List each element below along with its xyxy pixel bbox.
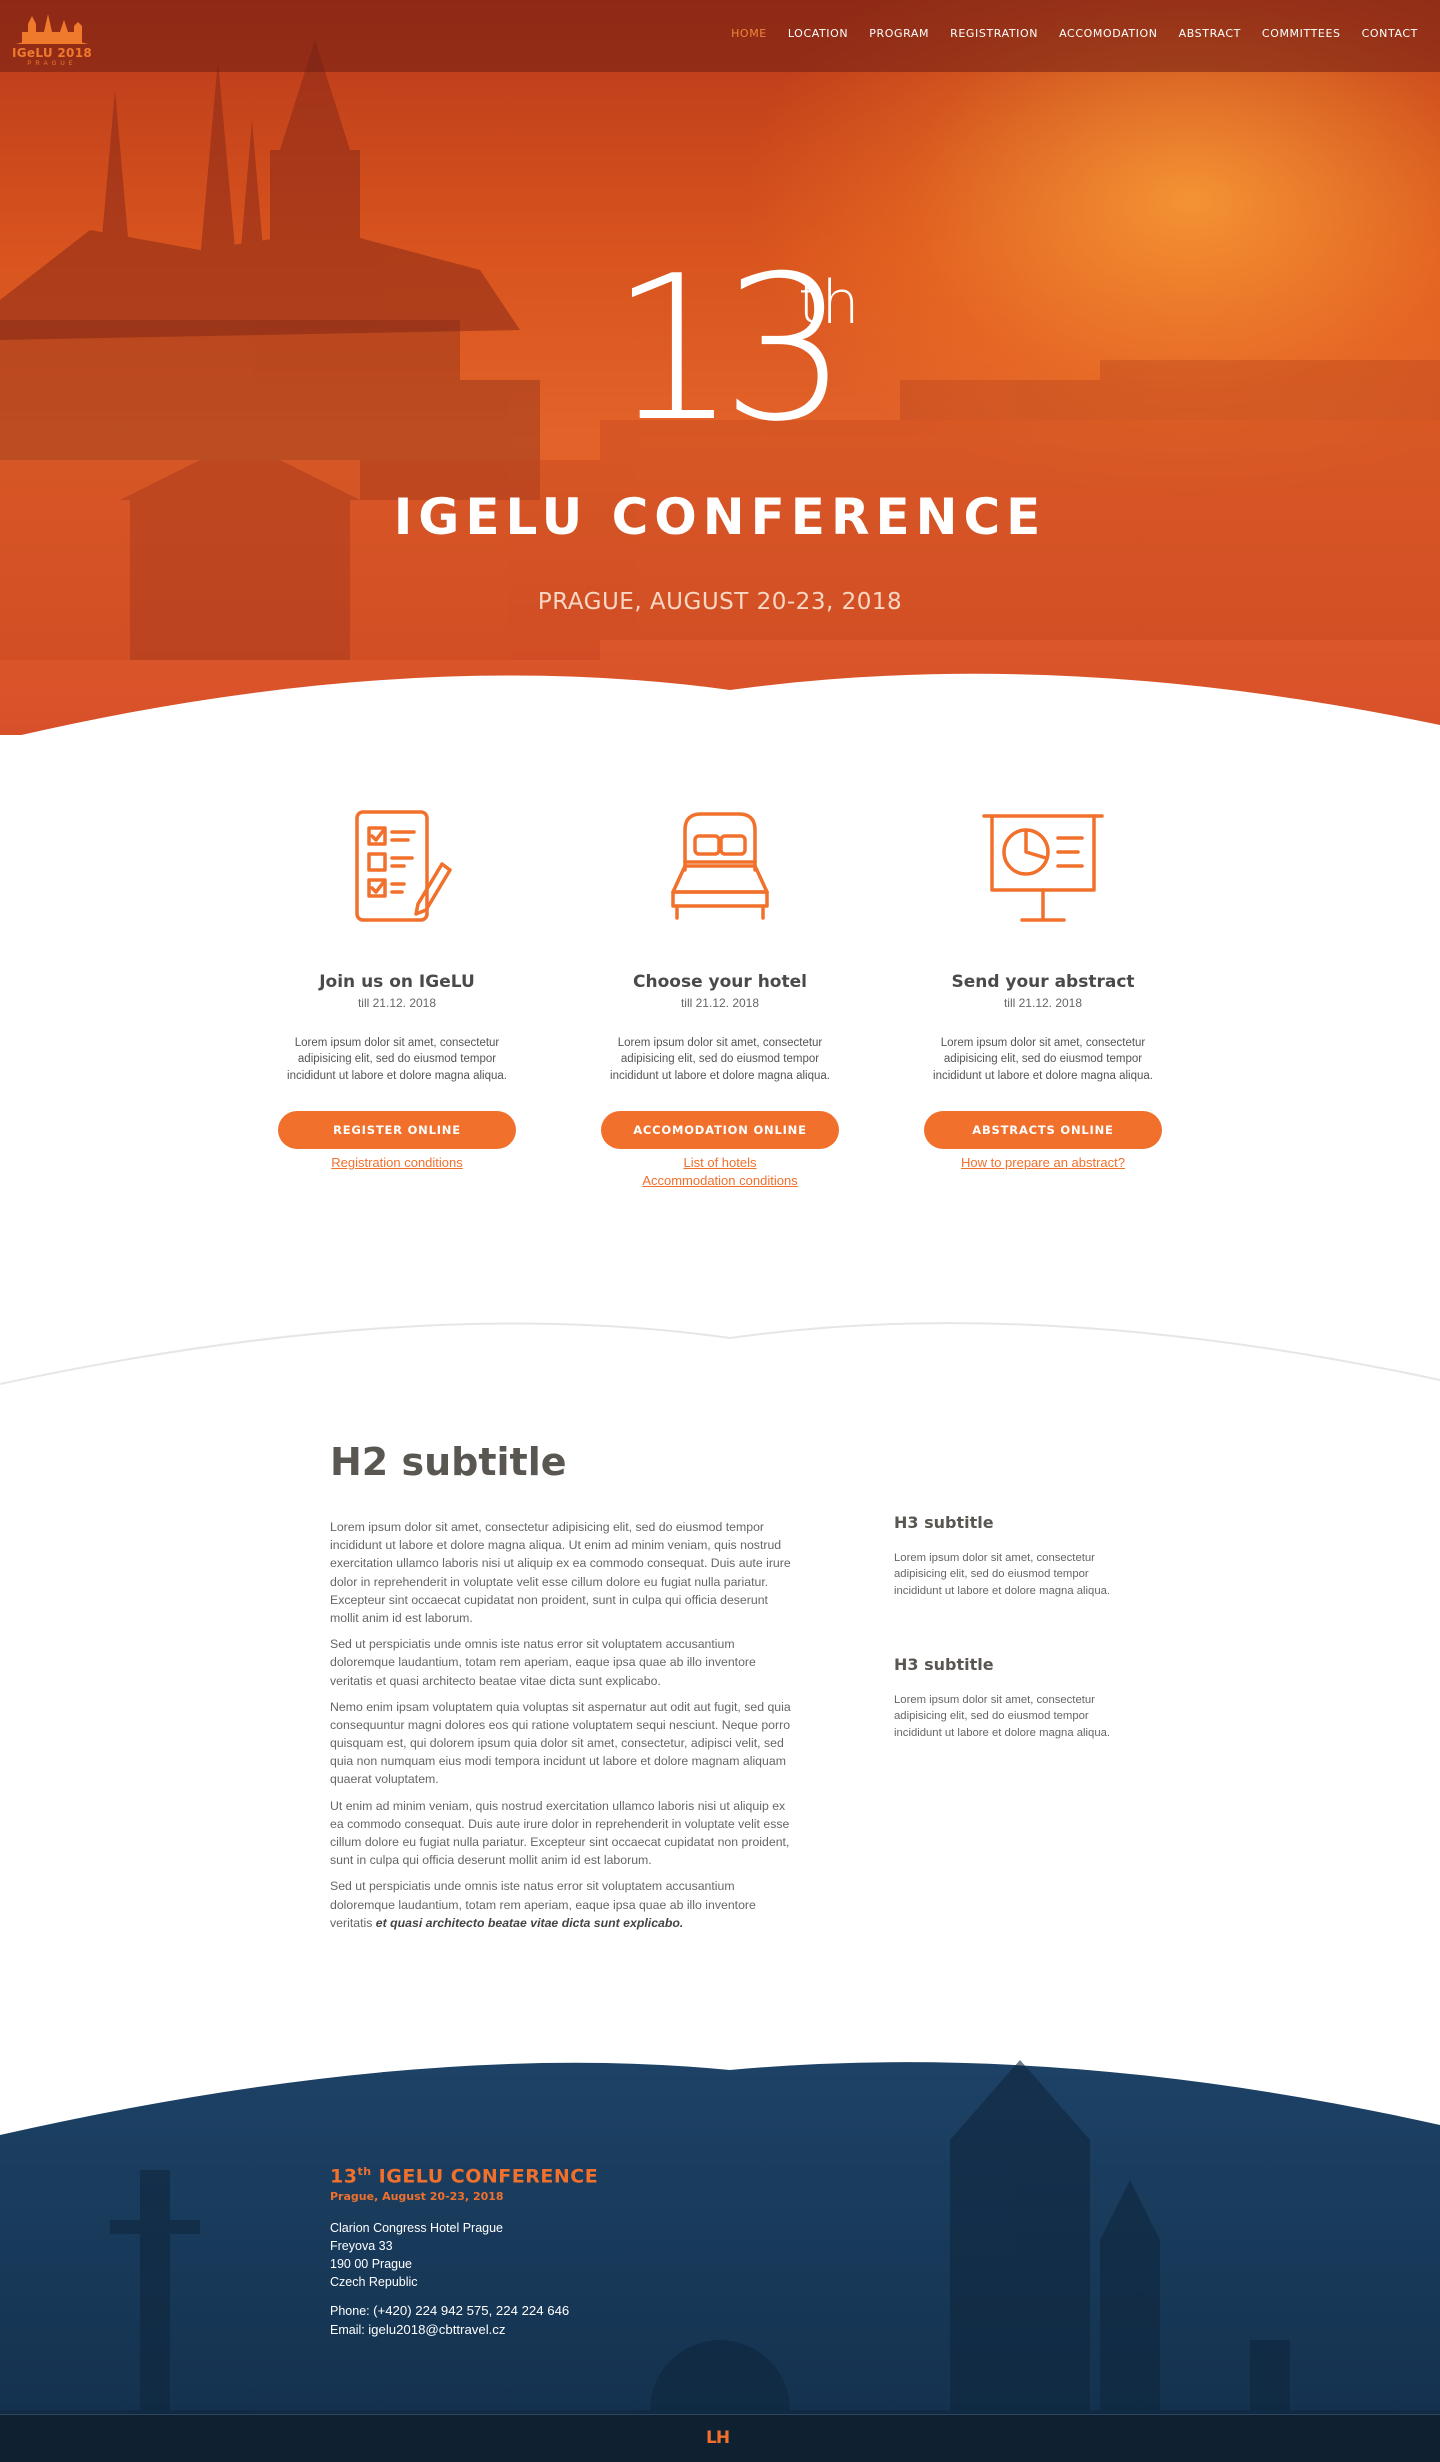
- email-label: Email:: [330, 2323, 365, 2338]
- sidebar-block: H3 subtitle Lorem ipsum dolor sit amet, …: [894, 1513, 1114, 1599]
- address-line: Clarion Congress Hotel Prague: [330, 2221, 504, 2235]
- registration-conditions-link[interactable]: Registration conditions: [227, 1155, 567, 1172]
- content-paragraph: Nemo enim ipsam voluptatem quia voluptas…: [330, 1699, 791, 1787]
- feature-title: Send your abstract: [951, 972, 1135, 992]
- footer-section: [0, 2040, 1440, 2462]
- section-divider-wave: [0, 1322, 1440, 1385]
- content-paragraph: Lorem ipsum dolor sit amet, consectetur …: [330, 1520, 791, 1625]
- content-heading: H2 subtitle: [330, 1440, 567, 1484]
- email-line: Email: igelu2018@cbttravel.cz: [330, 2320, 569, 2339]
- footer-title: 13th IGELU CONFERENCE: [330, 2165, 598, 2187]
- feature-accommodation: Choose your hotel till 21.12. 2018 Lorem…: [550, 800, 890, 1190]
- feature-deadline: till 21.12. 2018: [357, 996, 437, 1010]
- email-value[interactable]: igelu2018@cbttravel.cz: [368, 2322, 505, 2337]
- feature-title: Choose your hotel: [633, 972, 807, 992]
- hero-title: IGELU CONFERENCE: [393, 488, 1047, 546]
- phone-value[interactable]: (+420) 224 942 575, 224 224 646: [373, 2303, 569, 2318]
- address-line: Freyova 33: [330, 2239, 393, 2254]
- agency-logo[interactable]: LH: [706, 2428, 730, 2448]
- bed-icon: [671, 812, 769, 920]
- accommodation-conditions-link[interactable]: Accommodation conditions: [550, 1173, 890, 1190]
- feature-deadline: till 21.12. 2018: [680, 996, 760, 1010]
- feature-deadline: till 21.12. 2018: [1003, 996, 1083, 1010]
- list-of-hotels-link[interactable]: List of hotels: [550, 1155, 890, 1172]
- phone-line: Phone: (+420) 224 942 575, 224 224 646: [330, 2301, 569, 2320]
- nav-location[interactable]: LOCATION: [788, 27, 848, 40]
- phone-label: Phone:: [330, 2304, 370, 2318]
- footer-date: Prague, August 20-23, 2018: [330, 2190, 504, 2203]
- sidebar-text: Lorem ipsum dolor sit amet, consectetur …: [894, 1694, 1111, 1739]
- nav-committees[interactable]: COMMITTEES: [1262, 27, 1341, 40]
- footer-background: [0, 2060, 1440, 2462]
- sidebar-block: H3 subtitle Lorem ipsum dolor sit amet, …: [894, 1655, 1114, 1741]
- footer-contact: Phone: (+420) 224 942 575, 224 224 646 E…: [330, 2301, 569, 2339]
- nav-registration[interactable]: REGISTRATION: [950, 27, 1038, 40]
- nav-accomodation[interactable]: ACCOMODATION: [1059, 27, 1158, 40]
- how-to-prepare-abstract-link[interactable]: How to prepare an abstract?: [873, 1155, 1213, 1172]
- abstracts-online-button[interactable]: ABSTRACTS ONLINE: [924, 1110, 1162, 1149]
- register-online-button[interactable]: REGISTER ONLINE: [278, 1110, 516, 1149]
- site-logo[interactable]: IGeLU 2018 PRAGUE: [12, 6, 92, 68]
- main-nav: HOME LOCATION PROGRAM REGISTRATION ACCOM…: [731, 27, 1418, 40]
- sidebar-text: Lorem ipsum dolor sit amet, consectetur …: [894, 1552, 1111, 1597]
- features-section: Join us on IGeLU till 21.12. 2018 Lorem …: [0, 800, 1440, 1220]
- hero-edition-suffix: th: [798, 268, 860, 338]
- feature-description: Lorem ipsum dolor sit amet, consectetur …: [287, 1037, 507, 1082]
- feature-registration: Join us on IGeLU till 21.12. 2018 Lorem …: [227, 800, 567, 1172]
- logo-subtitle: PRAGUE: [27, 61, 77, 67]
- logo-name: IGeLU 2018: [12, 46, 92, 60]
- checklist-icon: [355, 810, 452, 922]
- content-paragraph: Sed ut perspiciatis unde omnis iste natu…: [330, 1637, 756, 1688]
- content-paragraph-emphasis: et quasi architecto beatae vitae dicta s…: [375, 1915, 684, 1930]
- feature-title: Join us on IGeLU: [319, 972, 475, 992]
- hero-bottom-wave: [21, 673, 1440, 735]
- nav-contact[interactable]: CONTACT: [1362, 27, 1418, 40]
- top-navigation-bar: IGeLU 2018 PRAGUE HOME LOCATION PROGRAM …: [0, 0, 1440, 72]
- content-paragraph-last: Sed ut perspiciatis unde omnis iste natu…: [330, 1877, 800, 1932]
- nav-abstract[interactable]: ABSTRACT: [1179, 27, 1241, 40]
- footer-title-text: IGELU CONFERENCE: [371, 2165, 599, 2188]
- sidebar-heading: H3 subtitle: [894, 1513, 994, 1532]
- footer-address: Clarion Congress Hotel Prague Freyova 33…: [330, 2219, 503, 2292]
- address-line: Czech Republic: [330, 2275, 418, 2290]
- feature-description: Lorem ipsum dolor sit amet, consectetur …: [933, 1037, 1153, 1082]
- castle-logo-icon: [16, 14, 88, 44]
- footer-title-number: 13: [330, 2165, 358, 2188]
- presentation-icon: [982, 814, 1104, 922]
- content-paragraph: Ut enim ad minim veniam, quis nostrud ex…: [330, 1798, 790, 1868]
- nav-home[interactable]: HOME: [731, 27, 767, 40]
- hero-section: IGeLU 2018 PRAGUE HOME LOCATION PROGRAM …: [0, 0, 1440, 735]
- hero-date: PRAGUE, AUGUST 20-23, 2018: [537, 589, 903, 615]
- footer-title-suffix: th: [357, 2165, 372, 2178]
- sidebar-heading: H3 subtitle: [894, 1655, 994, 1674]
- feature-abstract: Send your abstract till 21.12. 2018 Lore…: [873, 800, 1213, 1172]
- address-line: 190 00 Prague: [330, 2257, 413, 2272]
- content-main-text: Lorem ipsum dolor sit amet, consectetur …: [330, 1518, 800, 1940]
- nav-program[interactable]: PROGRAM: [869, 27, 929, 40]
- feature-description: Lorem ipsum dolor sit amet, consectetur …: [610, 1037, 830, 1082]
- accomodation-online-button[interactable]: ACCOMODATION ONLINE: [601, 1110, 839, 1149]
